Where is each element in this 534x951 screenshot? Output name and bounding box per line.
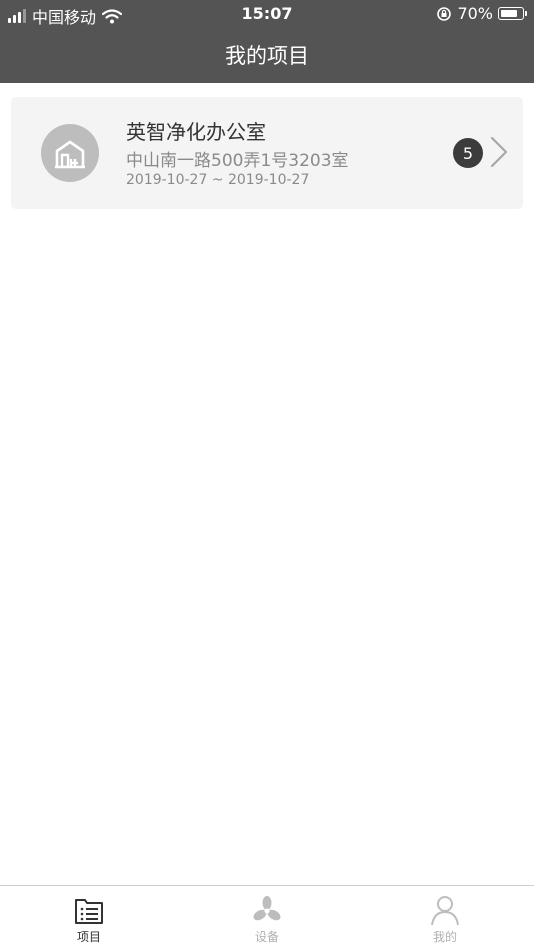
- user-icon: [431, 896, 459, 926]
- status-bar: 中国移动 15:07 70%: [0, 0, 534, 28]
- tab-devices-label: 设备: [254, 930, 279, 944]
- tab-devices[interactable]: 设备: [178, 886, 356, 951]
- project-card[interactable]: 英智净化办公室 中山南一路500弄1号3203室 2019-10-27 ~ 20…: [11, 97, 523, 209]
- tab-bar: 项目 设备 我的: [0, 885, 534, 951]
- tab-me-label: 我的: [432, 930, 457, 944]
- top-bar: 中国移动 15:07 70% 我的项目: [0, 0, 534, 83]
- page-title: 我的项目: [225, 44, 309, 68]
- battery-percent: 70%: [457, 4, 493, 23]
- battery-icon: [498, 7, 527, 20]
- status-right: 70%: [436, 4, 527, 23]
- project-address: 中山南一路500弄1号3203室: [126, 151, 349, 171]
- tab-me[interactable]: 我的: [356, 886, 534, 951]
- project-list-icon: [75, 899, 103, 924]
- fan-icon: [253, 896, 281, 921]
- project-date-range: 2019-10-27 ~ 2019-10-27: [126, 172, 310, 188]
- tab-projects-label: 项目: [76, 930, 101, 944]
- device-count-badge: 5: [453, 138, 483, 168]
- project-name: 英智净化办公室: [126, 120, 266, 144]
- chevron-right-icon: [490, 136, 508, 168]
- tab-projects[interactable]: 项目: [0, 886, 178, 951]
- orientation-lock-icon: [437, 6, 452, 21]
- building-icon: [41, 124, 99, 182]
